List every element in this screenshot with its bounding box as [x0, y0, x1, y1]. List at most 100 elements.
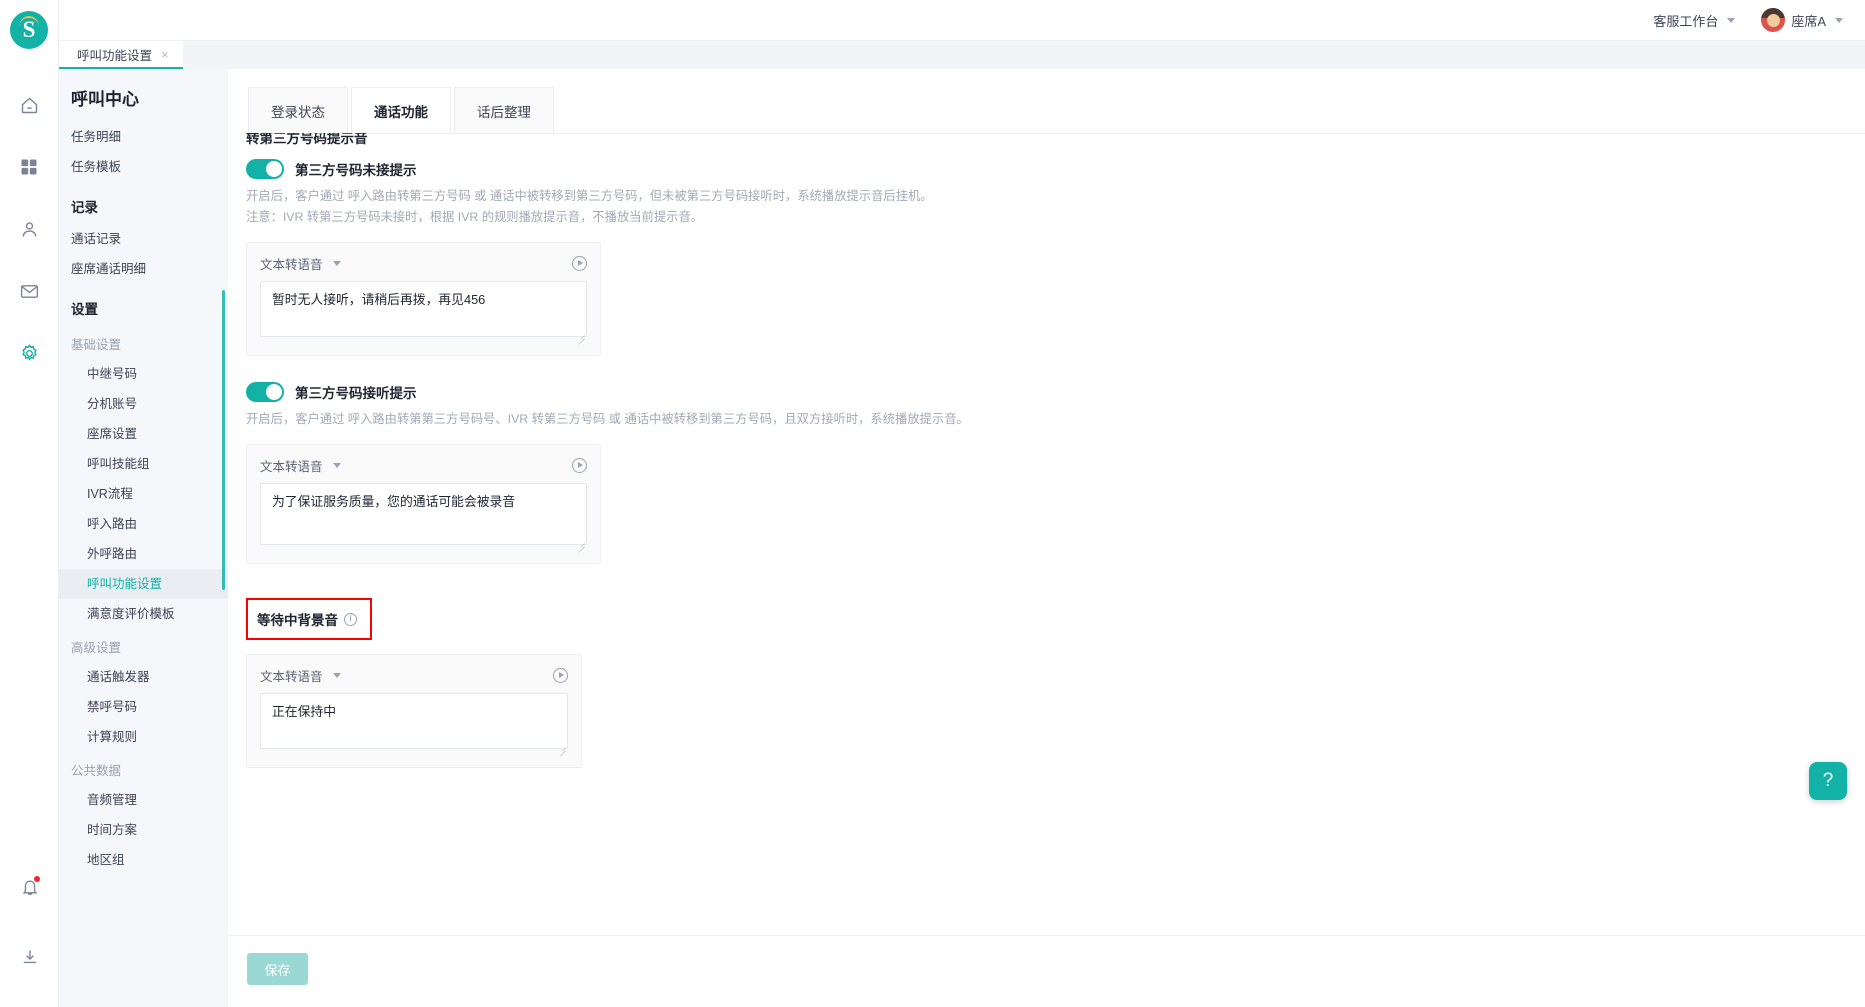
sidebar-item-call-skill-group[interactable]: 呼叫技能组: [59, 449, 228, 479]
help-button[interactable]: ?: [1809, 762, 1847, 800]
rail-bottom-group: [0, 867, 59, 1007]
app-root: S 客服工作台 座席A 呼叫功能设置 × 呼叫中心 任务明细 任务模板 记录 通…: [0, 0, 1865, 1007]
tts-mode-select-waiting-bgm[interactable]: 文本转语音: [260, 666, 341, 685]
page-tab-label: 呼叫功能设置: [77, 48, 153, 63]
close-icon[interactable]: ×: [161, 47, 169, 62]
waiting-bgm-label: 等待中背景音: [257, 613, 338, 628]
sidebar-item-trunk-number[interactable]: 中继号码: [59, 359, 228, 389]
sidebar-item-call-trigger[interactable]: 通话触发器: [59, 662, 228, 692]
highlight-box-waiting-bgm: 等待中背景音 i: [246, 598, 372, 640]
sidebar-item-extension-account[interactable]: 分机账号: [59, 389, 228, 419]
tts-card-header: 文本转语音: [260, 252, 587, 281]
user-label: 座席A: [1791, 13, 1826, 29]
sidebar-item-agent-call-detail[interactable]: 座席通话明细: [59, 254, 228, 284]
toggle-knob: [266, 384, 282, 400]
sidebar-item-audio-management[interactable]: 音频管理: [59, 785, 228, 815]
tts-mode-label: 文本转语音: [260, 460, 323, 474]
toggle-third-party-answered[interactable]: [246, 382, 284, 402]
chevron-down-icon: [1835, 17, 1843, 23]
section-hint-no-answer-line2: 注意：IVR 转第三方号码未接时，根据 IVR 的规则播放提示音，不播放当前提示…: [246, 210, 704, 224]
icon-rail: S: [0, 0, 59, 1007]
tts-textarea-waiting-bgm[interactable]: [260, 693, 568, 749]
toggle-knob: [266, 161, 282, 177]
sidebar-item-call-feature-settings[interactable]: 呼叫功能设置: [59, 569, 228, 599]
sidebar-title: 呼叫中心: [71, 90, 139, 109]
mail-icon[interactable]: [9, 271, 49, 311]
tts-textarea-answered[interactable]: [260, 483, 587, 545]
footer-bar: 保存: [228, 935, 1865, 1007]
section-title-answered: 第三方号码接听提示: [295, 386, 417, 401]
tts-card-no-answer: 文本转语音: [246, 242, 601, 356]
tab-call-function[interactable]: 通话功能: [351, 87, 451, 133]
contacts-icon[interactable]: [9, 209, 49, 249]
secondary-sidebar[interactable]: 呼叫中心 任务明细 任务模板 记录 通话记录 座席通话明细 设置 基础设置 中继…: [59, 69, 228, 1007]
chevron-down-icon: [1727, 17, 1736, 23]
content-area: 登录状态 通话功能 话后整理 转第三方号码提示音 第三方号码未接提示 开启后，客…: [228, 69, 1865, 1007]
notification-bell-icon[interactable]: [10, 867, 50, 907]
tts-mode-select-no-answer[interactable]: 文本转语音: [260, 254, 341, 273]
settings-gear-icon[interactable]: [9, 333, 49, 373]
sidebar-item-blocked-number[interactable]: 禁呼号码: [59, 692, 228, 722]
section-third-party-answered: 第三方号码接听提示 开启后，客户通过 呼入路由转第第三方号码号、IVR 转第三方…: [228, 382, 1865, 564]
chevron-down-icon: [332, 463, 341, 468]
tts-card-header: 文本转语音: [260, 664, 568, 693]
sidebar-item-task-detail[interactable]: 任务明细: [59, 122, 228, 152]
sidebar-item-region-group[interactable]: 地区组: [59, 845, 228, 875]
info-icon[interactable]: i: [344, 612, 357, 626]
app-logo[interactable]: S: [10, 11, 48, 49]
tts-mode-select-answered[interactable]: 文本转语音: [260, 456, 341, 475]
sidebar-group-settings: 设置: [71, 302, 98, 317]
play-icon-waiting-bgm[interactable]: [553, 668, 568, 683]
sidebar-item-satisfaction-template[interactable]: 满意度评价模板: [59, 599, 228, 629]
section-title-no-answer: 第三方号码未接提示: [295, 163, 417, 178]
sidebar-sub-advanced-settings: 高级设置: [71, 641, 122, 655]
tab-after-call-work[interactable]: 话后整理: [454, 87, 554, 133]
sidebar-item-task-template[interactable]: 任务模板: [59, 152, 228, 182]
download-icon[interactable]: [10, 937, 50, 977]
section-third-party-no-answer: 第三方号码未接提示 开启后，客户通过 呼入路由转第三方号码 或 通话中被转移到第…: [228, 159, 1865, 356]
sidebar-group-records: 记录: [71, 200, 98, 215]
top-bar: 客服工作台 座席A: [59, 0, 1865, 41]
chevron-down-icon: [332, 261, 341, 266]
section-waiting-background-music: 等待中背景音 i 文本转语音: [228, 598, 1865, 768]
play-icon-no-answer[interactable]: [572, 256, 587, 271]
sidebar-item-agent-settings[interactable]: 座席设置: [59, 419, 228, 449]
home-icon[interactable]: [9, 85, 49, 125]
sidebar-item-ivr-flow[interactable]: IVR流程: [59, 479, 228, 509]
user-menu[interactable]: 座席A: [1761, 8, 1843, 32]
toggle-row-no-answer: 第三方号码未接提示: [246, 159, 1865, 179]
question-mark-icon: ?: [1822, 770, 1834, 791]
tab-call-function-label: 通话功能: [374, 104, 428, 120]
section-hint-no-answer-line1: 开启后，客户通过 呼入路由转第三方号码 或 通话中被转移到第三方号码，但未被第三…: [246, 189, 933, 203]
sidebar-item-time-plan[interactable]: 时间方案: [59, 815, 228, 845]
toggle-row-answered: 第三方号码接听提示: [246, 382, 1865, 402]
chevron-down-icon: [332, 673, 341, 678]
sidebar-scrollbar[interactable]: [222, 290, 225, 590]
feature-tabs: 登录状态 通话功能 话后整理: [248, 87, 557, 133]
save-button[interactable]: 保存: [247, 953, 308, 985]
tab-login-status-label: 登录状态: [271, 104, 325, 120]
tts-mode-label: 文本转语音: [260, 670, 323, 684]
sidebar-sub-basic-settings: 基础设置: [71, 338, 122, 352]
sidebar-item-call-records[interactable]: 通话记录: [59, 224, 228, 254]
app-logo-letter: S: [22, 17, 36, 42]
clipped-section-heading: 转第三方号码提示音: [246, 133, 368, 146]
avatar: [1761, 8, 1786, 32]
dashboard-icon[interactable]: [9, 147, 49, 187]
sidebar-item-outbound-route[interactable]: 外呼路由: [59, 539, 228, 569]
tts-textarea-no-answer[interactable]: [260, 281, 587, 337]
sidebar-sub-public-data: 公共数据: [71, 764, 122, 778]
sidebar-item-inbound-route[interactable]: 呼入路由: [59, 509, 228, 539]
tts-card-header: 文本转语音: [260, 454, 587, 483]
notification-dot: [33, 876, 40, 882]
play-icon-answered[interactable]: [572, 458, 587, 473]
call-function-pane: 转第三方号码提示音 第三方号码未接提示 开启后，客户通过 呼入路由转第三方号码 …: [228, 133, 1865, 935]
workbench-menu[interactable]: 客服工作台: [1653, 11, 1736, 30]
workbench-label: 客服工作台: [1653, 13, 1719, 29]
toggle-third-party-no-answer[interactable]: [246, 159, 284, 179]
tts-card-answered: 文本转语音: [246, 444, 601, 564]
page-tab-call-feature-settings[interactable]: 呼叫功能设置 ×: [59, 41, 183, 69]
tab-after-call-work-label: 话后整理: [477, 104, 531, 120]
tab-login-status[interactable]: 登录状态: [248, 87, 348, 133]
sidebar-item-calc-rule[interactable]: 计算规则: [59, 722, 228, 752]
